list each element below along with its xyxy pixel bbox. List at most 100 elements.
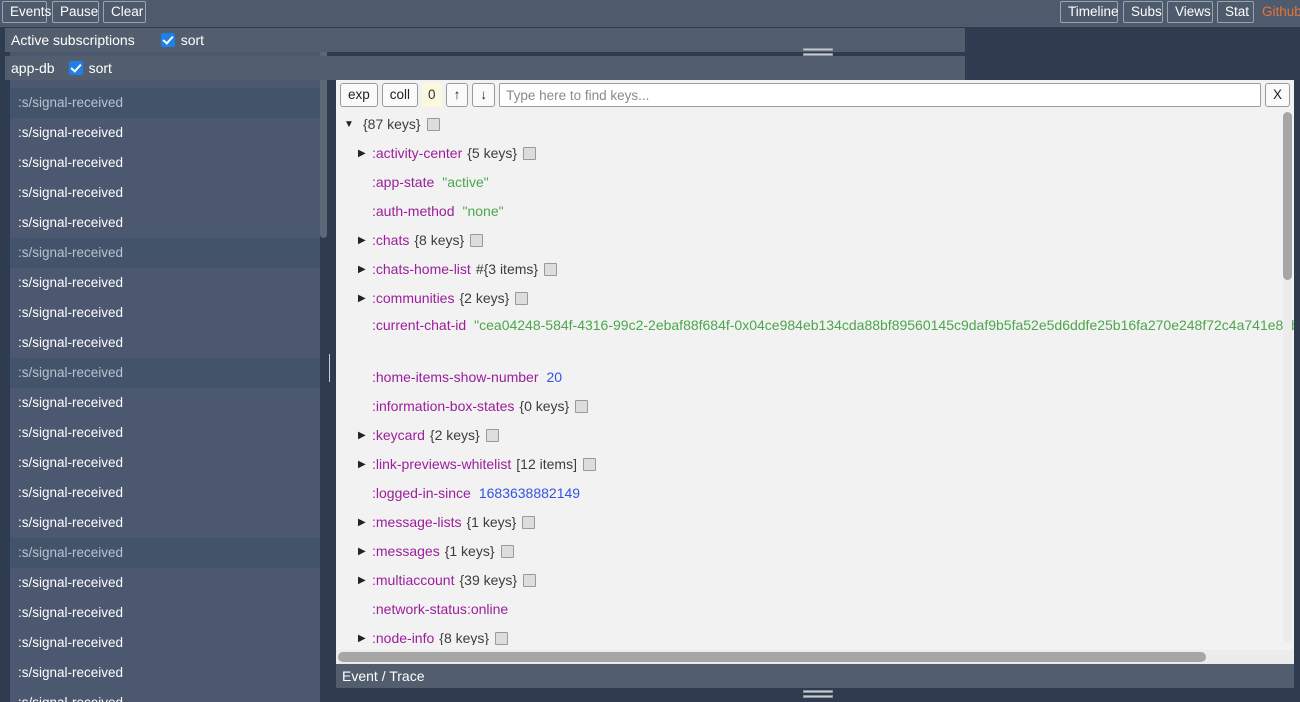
github-link[interactable]: Github xyxy=(1262,2,1300,22)
next-match-button[interactable]: ↓ xyxy=(472,83,496,107)
app-db-tree[interactable]: ▼ {87 keys} ▶:activity-center {5 keys}:app-… xyxy=(336,110,1294,645)
toolbar-button-views[interactable]: Views xyxy=(1167,1,1213,23)
event-list-item[interactable]: :s/signal-received xyxy=(10,478,320,508)
copy-icon[interactable] xyxy=(523,574,537,587)
events-list[interactable]: :s/signal-received:s/signal-received:s/s… xyxy=(10,28,320,702)
event-list-item[interactable]: :s/signal-received xyxy=(10,208,320,238)
event-list-item[interactable]: :s/signal-received xyxy=(10,328,320,358)
toolbar-button-subs[interactable]: Subs xyxy=(1123,1,1163,23)
triangle-right-icon[interactable]: ▶ xyxy=(358,566,372,595)
triangle-right-icon[interactable]: ▶ xyxy=(358,226,372,255)
toolbar-button-stat[interactable]: Stat xyxy=(1217,1,1254,23)
triangle-right-icon[interactable]: ▶ xyxy=(358,450,372,479)
tree-row[interactable]: ▶:message-lists {1 keys} xyxy=(336,508,1294,537)
copy-icon[interactable] xyxy=(575,400,589,413)
tree-row[interactable]: ▶:link-previews-whitelist [12 items] xyxy=(336,450,1294,479)
event-list-item[interactable]: :s/signal-received xyxy=(10,508,320,538)
copy-icon[interactable] xyxy=(470,234,484,247)
toolbar-button-clear[interactable]: Clear xyxy=(103,1,146,23)
tree-row[interactable]: :network-status :online xyxy=(336,595,1294,624)
tree-row[interactable]: ▶:communities {2 keys} xyxy=(336,284,1294,313)
toolbar-button-pause[interactable]: Pause xyxy=(52,1,99,23)
app-db-header: app-db sort xyxy=(5,56,965,80)
event-list-item[interactable]: :s/signal-received xyxy=(10,688,320,702)
triangle-right-icon[interactable]: ▶ xyxy=(358,139,372,168)
copy-icon[interactable] xyxy=(522,516,536,529)
tree-row[interactable]: ▶:messages {1 keys} xyxy=(336,537,1294,566)
subscriptions-sort-toggle[interactable]: sort xyxy=(160,28,204,52)
event-list-item[interactable]: :s/signal-received xyxy=(10,418,320,448)
copy-icon[interactable] xyxy=(544,263,558,276)
tree-vertical-scrollbar-thumb[interactable] xyxy=(1283,112,1292,280)
checkbox-checked-icon[interactable] xyxy=(68,61,83,75)
tree-vertical-scrollbar[interactable] xyxy=(1283,112,1292,642)
tree-horizontal-scrollbar[interactable] xyxy=(336,650,1294,664)
event-list-item[interactable]: :s/signal-received xyxy=(10,148,320,178)
event-list-item[interactable]: :s/signal-received xyxy=(10,658,320,688)
tree-value-string: "cea04248-584f-4316-99c2-2ebaf88f684f-0x… xyxy=(474,317,1294,333)
expand-button[interactable]: exp xyxy=(340,83,378,107)
event-list-item[interactable]: :s/signal-received xyxy=(10,178,320,208)
copy-icon[interactable] xyxy=(500,545,514,558)
tree-key: :message-lists xyxy=(372,514,462,530)
triangle-right-icon[interactable]: ▶ xyxy=(358,284,372,313)
tree-count: #{3 items} xyxy=(475,261,539,277)
collapse-button[interactable]: coll xyxy=(381,83,419,107)
tree-key: :multiaccount xyxy=(372,572,455,588)
event-list-item[interactable]: :s/signal-received xyxy=(10,568,320,598)
subscriptions-splitter-handle[interactable] xyxy=(803,48,833,56)
toolbar-button-events[interactable]: Events xyxy=(2,1,51,23)
event-list-item[interactable]: :s/signal-received xyxy=(10,598,320,628)
tree-key: :link-previews-whitelist xyxy=(372,456,512,472)
triangle-right-icon[interactable]: ▶ xyxy=(358,624,372,645)
tree-key: :auth-method xyxy=(372,203,455,219)
copy-icon[interactable] xyxy=(515,292,529,305)
copy-icon[interactable] xyxy=(485,429,499,442)
event-list-item[interactable]: :s/signal-received xyxy=(10,388,320,418)
top-toolbar: Events Pause Clear Timeline Subs Views Stat G… xyxy=(0,0,1300,27)
checkbox-checked-icon[interactable] xyxy=(160,33,175,47)
event-list-item[interactable]: :s/signal-received xyxy=(10,118,320,148)
tree-row[interactable]: :app-state "active" xyxy=(336,168,1294,197)
event-list-item[interactable]: :s/signal-received xyxy=(10,238,320,268)
copy-icon[interactable] xyxy=(426,118,440,131)
triangle-right-icon[interactable]: ▶ xyxy=(358,537,372,566)
tree-row[interactable]: :home-items-show-number 20 xyxy=(336,363,1294,392)
tree-row[interactable]: ▶:chats {8 keys} xyxy=(336,226,1294,255)
tree-row[interactable]: :logged-in-since 1683638882149 xyxy=(336,479,1294,508)
triangle-right-icon[interactable]: ▶ xyxy=(358,421,372,450)
tree-row[interactable]: :information-box-states {0 keys} xyxy=(336,392,1294,421)
re-frisk-debugger: Events Pause Clear Timeline Subs Views Stat G… xyxy=(0,0,1300,702)
event-list-item[interactable]: :s/signal-received xyxy=(10,358,320,388)
tree-row[interactable]: :auth-method "none" xyxy=(336,197,1294,226)
event-list-item[interactable]: :s/signal-received xyxy=(10,538,320,568)
search-input[interactable] xyxy=(499,83,1261,107)
tree-count: {1 keys} xyxy=(444,543,495,559)
clear-search-button[interactable]: X xyxy=(1264,83,1290,107)
event-trace-splitter-handle[interactable] xyxy=(803,690,833,698)
triangle-right-icon[interactable]: ▶ xyxy=(358,255,372,284)
tree-root-row[interactable]: ▼ {87 keys} xyxy=(336,110,1294,139)
previous-match-button[interactable]: ↑ xyxy=(445,83,469,107)
triangle-right-icon[interactable]: ▶ xyxy=(358,508,372,537)
tree-row[interactable]: :current-chat-id "cea04248-584f-4316-99c2… xyxy=(336,313,1294,363)
copy-icon[interactable] xyxy=(582,458,596,471)
tree-row[interactable]: ▶:activity-center {5 keys} xyxy=(336,139,1294,168)
tree-row[interactable]: ▶:multiaccount {39 keys} xyxy=(336,566,1294,595)
tree-key: :app-state xyxy=(372,174,435,190)
event-list-item[interactable]: :s/signal-received xyxy=(10,88,320,118)
tree-row[interactable]: ▶:chats-home-list #{3 items} xyxy=(336,255,1294,284)
copy-icon[interactable] xyxy=(523,147,537,160)
triangle-down-icon[interactable]: ▼ xyxy=(344,110,358,139)
event-list-item[interactable]: :s/signal-received xyxy=(10,448,320,478)
grip-bar xyxy=(803,48,833,51)
tree-row[interactable]: ▶:keycard {2 keys} xyxy=(336,421,1294,450)
event-list-item[interactable]: :s/signal-received xyxy=(10,628,320,658)
tree-row[interactable]: ▶:node-info {8 keys} xyxy=(336,624,1294,645)
event-list-item[interactable]: :s/signal-received xyxy=(10,268,320,298)
copy-icon[interactable] xyxy=(495,632,509,645)
app-db-sort-toggle[interactable]: sort xyxy=(68,56,112,80)
toolbar-button-timeline[interactable]: Timeline xyxy=(1060,1,1119,23)
tree-horizontal-scrollbar-thumb[interactable] xyxy=(338,652,1206,662)
event-list-item[interactable]: :s/signal-received xyxy=(10,298,320,328)
